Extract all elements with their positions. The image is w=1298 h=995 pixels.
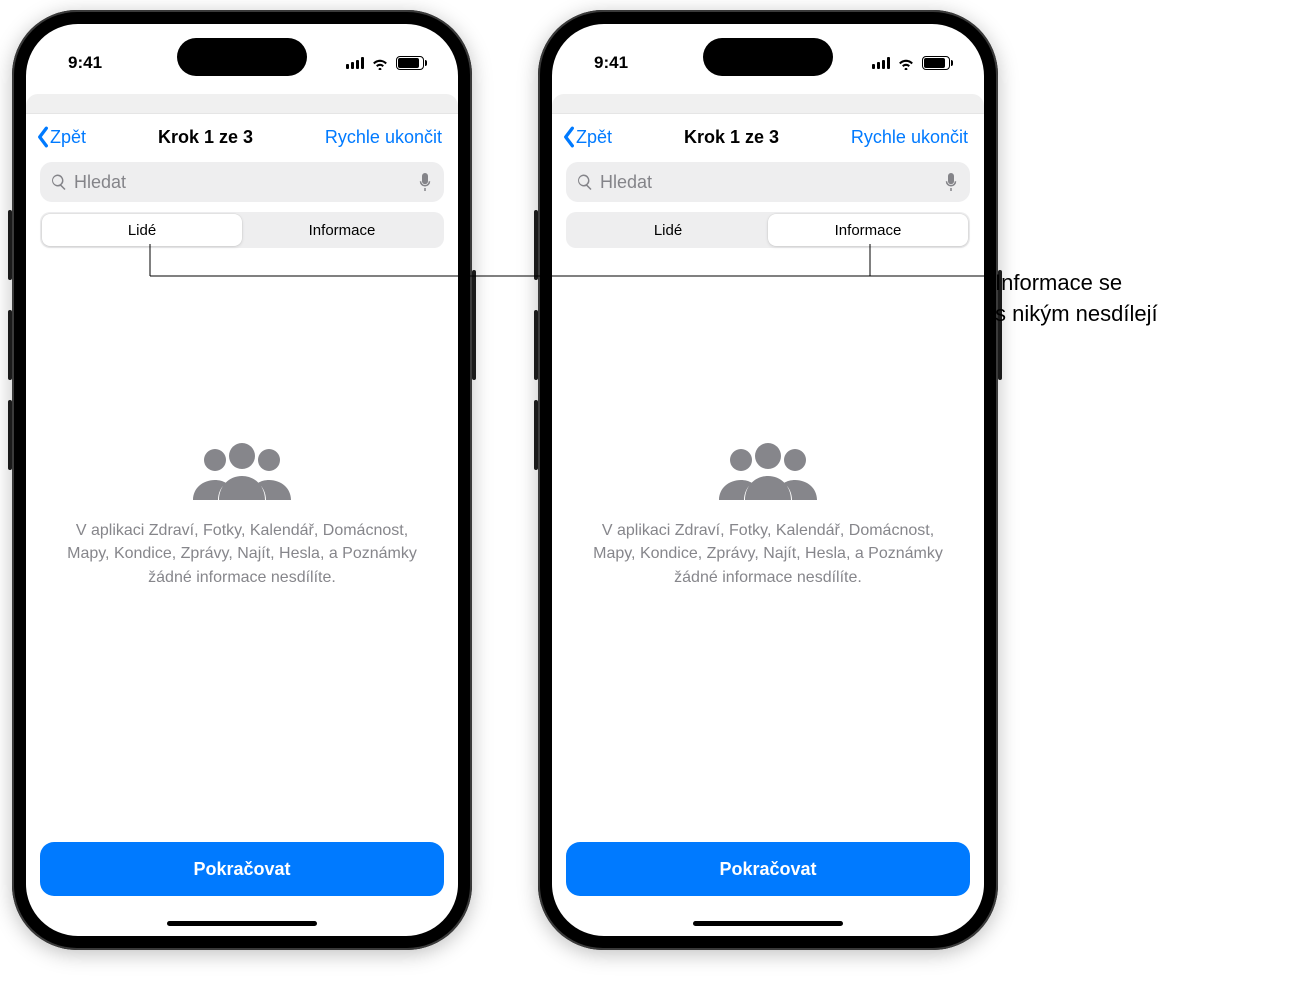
empty-state: V aplikaci Zdraví, Fotky, Kalendář, Domá… [26,248,458,842]
phone-left: 9:41 Zpět Krok 1 ze 3 Rychle ukončit Lid… [12,10,472,950]
people-group-icon [187,441,297,501]
screen: 9:41 Zpět Krok 1 ze 3 Rychle ukončit Lid… [552,24,984,936]
status-time: 9:41 [594,53,628,73]
people-group-icon [713,441,823,501]
sheet-background [26,84,458,114]
search-field[interactable] [40,162,444,202]
segment-people[interactable]: Lidé [568,214,768,246]
dynamic-island [703,38,833,76]
search-input[interactable] [600,172,936,193]
search-icon [576,173,594,191]
empty-text: V aplikaci Zdraví, Fotky, Kalendář, Domá… [582,519,954,589]
quick-exit-button[interactable]: Rychle ukončit [325,127,442,148]
back-label: Zpět [576,127,612,148]
battery-icon [396,56,424,70]
nav-bar: Zpět Krok 1 ze 3 Rychle ukončit [552,114,984,156]
cellular-icon [872,57,890,69]
empty-text: V aplikaci Zdraví, Fotky, Kalendář, Domá… [56,519,428,589]
segment-information[interactable]: Informace [242,214,442,246]
search-input[interactable] [74,172,410,193]
mic-icon[interactable] [942,173,960,191]
callout-annotation: Informace se s nikým nesdílejí [995,268,1255,330]
back-button[interactable]: Zpět [36,126,86,148]
segmented-control: Lidé Informace [566,212,970,248]
sheet-background [552,84,984,114]
cellular-icon [346,57,364,69]
chevron-left-icon [36,126,50,148]
mic-icon[interactable] [416,173,434,191]
nav-title: Krok 1 ze 3 [158,127,253,148]
segment-information[interactable]: Informace [768,214,968,246]
continue-button[interactable]: Pokračovat [566,842,970,896]
home-indicator[interactable] [167,921,317,926]
callout-line: s nikým nesdílejí [995,301,1158,326]
segmented-control: Lidé Informace [40,212,444,248]
screen: 9:41 Zpět Krok 1 ze 3 Rychle ukončit Lid… [26,24,458,936]
status-icons [872,56,950,70]
battery-icon [922,56,950,70]
segment-people[interactable]: Lidé [42,214,242,246]
continue-button[interactable]: Pokračovat [40,842,444,896]
dynamic-island [177,38,307,76]
empty-state: V aplikaci Zdraví, Fotky, Kalendář, Domá… [552,248,984,842]
home-indicator[interactable] [693,921,843,926]
nav-bar: Zpět Krok 1 ze 3 Rychle ukončit [26,114,458,156]
wifi-icon [896,56,916,70]
quick-exit-button[interactable]: Rychle ukončit [851,127,968,148]
status-icons [346,56,424,70]
search-field[interactable] [566,162,970,202]
back-label: Zpět [50,127,86,148]
nav-title: Krok 1 ze 3 [684,127,779,148]
search-icon [50,173,68,191]
phone-right: 9:41 Zpět Krok 1 ze 3 Rychle ukončit Lid… [538,10,998,950]
callout-line: Informace se [995,270,1122,295]
wifi-icon [370,56,390,70]
back-button[interactable]: Zpět [562,126,612,148]
status-time: 9:41 [68,53,102,73]
chevron-left-icon [562,126,576,148]
